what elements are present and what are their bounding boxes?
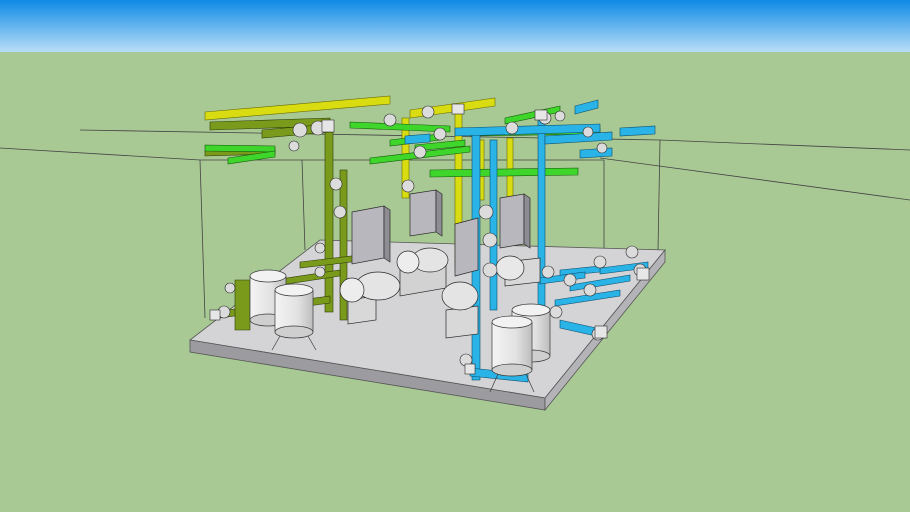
model-viewport[interactable] bbox=[0, 0, 910, 512]
pump-skid-3d-model bbox=[0, 0, 910, 512]
sky bbox=[0, 0, 910, 52]
